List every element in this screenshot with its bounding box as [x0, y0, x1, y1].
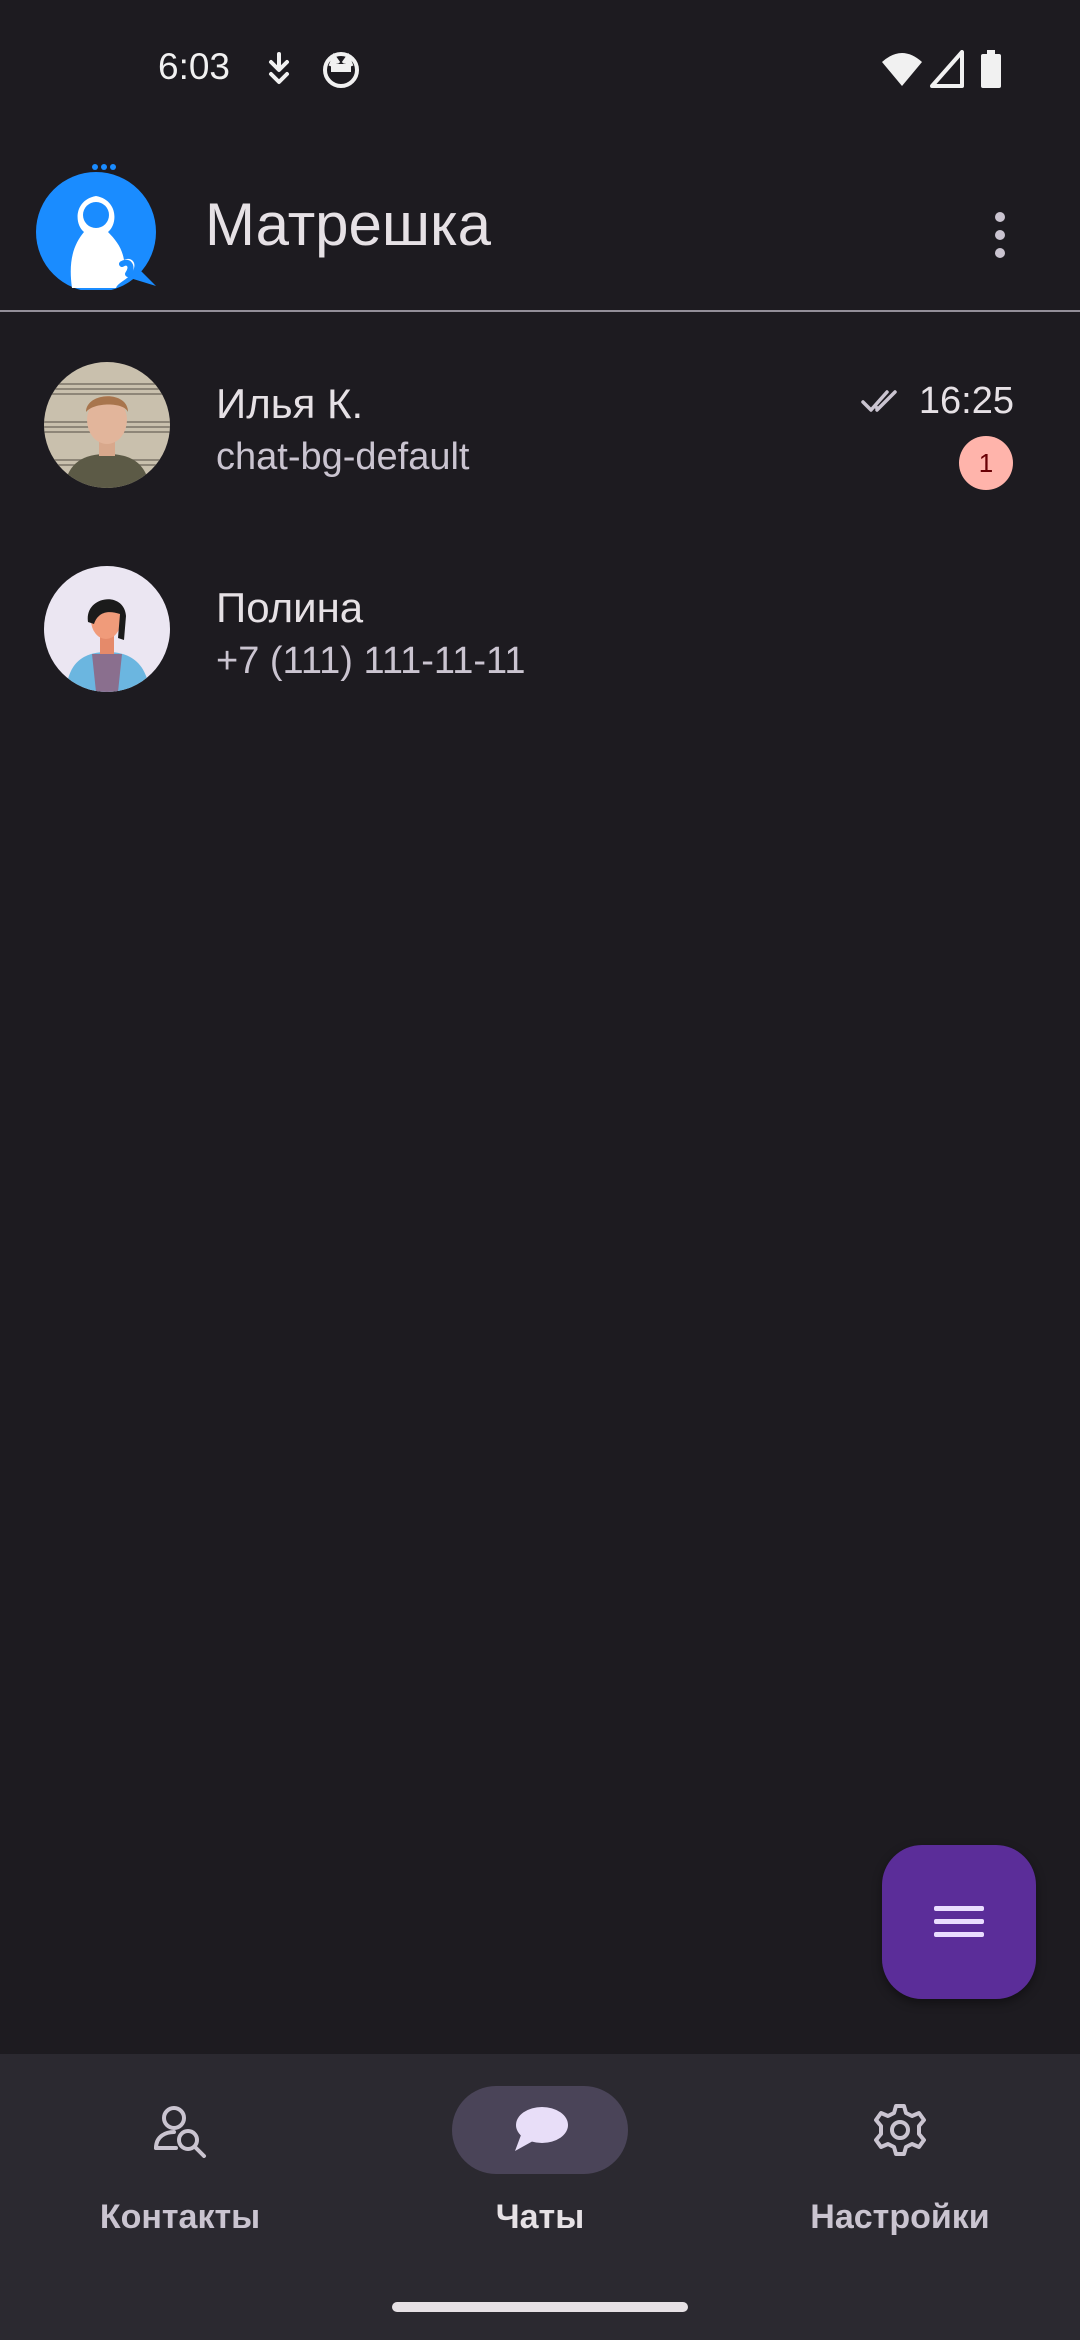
app-title: Матрешка: [205, 191, 491, 258]
download-icon: [269, 52, 289, 84]
home-indicator[interactable]: [392, 2302, 688, 2312]
status-bar: 6:03: [0, 0, 1080, 140]
chat-time: 16:25: [861, 380, 1014, 423]
contacts-search-icon: [92, 2086, 268, 2174]
bottom-navigation: Контакты Чаты Настройки: [0, 2054, 1080, 2340]
status-time: 6:03: [158, 46, 231, 87]
chat-bubble-icon: [452, 2086, 628, 2174]
menu-icon: [934, 1906, 984, 1937]
avatar: [44, 566, 170, 692]
chat-list-item[interactable]: Илья К. chat-bg-default 16:25 1: [0, 362, 1080, 567]
app-bar: Матрешка: [0, 140, 1080, 310]
signal-icon: [930, 50, 964, 88]
chat-name: Полина: [216, 584, 364, 631]
nav-label: Чаты: [495, 2198, 585, 2236]
unread-badge: 1: [959, 436, 1013, 490]
menu-fab-button[interactable]: [882, 1845, 1036, 1999]
matryoshka-logo-icon: [32, 160, 162, 292]
more-vert-icon[interactable]: [970, 195, 1030, 275]
battery-icon: [981, 50, 1001, 88]
nav-settings[interactable]: Настройки: [720, 2086, 1080, 2256]
chat-name: Илья К.: [216, 380, 364, 427]
chat-time-text: 16:25: [918, 380, 1014, 422]
chat-phone: +7 (111) 111-11-11: [216, 640, 526, 682]
cat-icon: [323, 52, 359, 88]
chat-last-message: chat-bg-default: [216, 436, 470, 478]
nav-label: Настройки: [810, 2198, 990, 2236]
wifi-icon: [882, 53, 922, 86]
app-bar-divider: [0, 310, 1080, 312]
nav-chats[interactable]: Чаты: [360, 2086, 720, 2256]
avatar: [44, 362, 170, 488]
double-check-icon: [861, 389, 897, 412]
settings-gear-icon: [812, 2086, 988, 2174]
chat-list-item[interactable]: Полина +7 (111) 111-11-11: [0, 566, 1080, 771]
nav-contacts[interactable]: Контакты: [0, 2086, 360, 2256]
nav-label: Контакты: [99, 2198, 261, 2236]
